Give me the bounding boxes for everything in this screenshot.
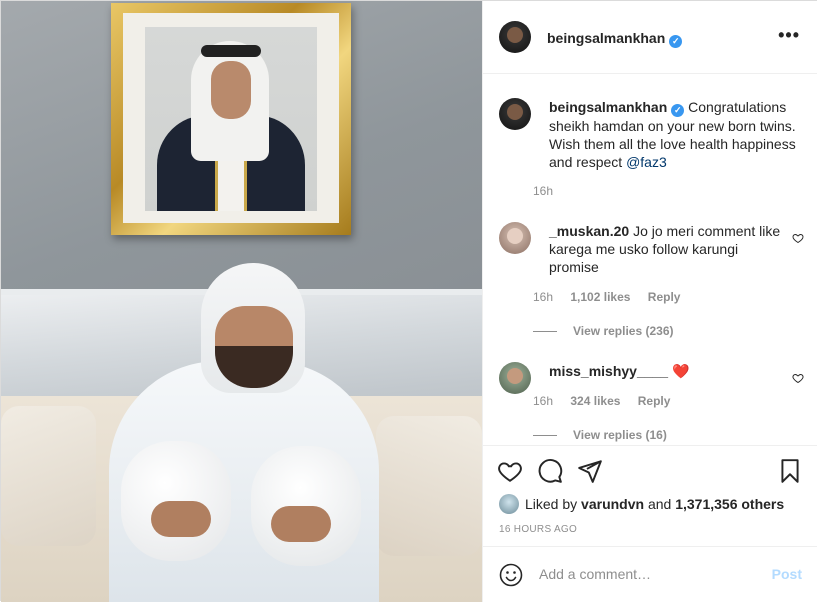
comment-avatar[interactable] xyxy=(499,222,531,254)
author-username[interactable]: beingsalmankhan xyxy=(547,30,665,46)
add-comment-input[interactable] xyxy=(539,566,759,582)
caption-username[interactable]: beingsalmankhan xyxy=(549,99,667,115)
comment-like-heart-icon[interactable] xyxy=(792,232,804,244)
share-paper-plane-icon[interactable] xyxy=(577,458,603,484)
post-photo[interactable] xyxy=(1,1,482,602)
post-timestamp[interactable]: 16 HOURS AGO xyxy=(499,524,577,535)
caption-avatar[interactable] xyxy=(499,98,531,130)
comment-likes-count[interactable]: 324 likes xyxy=(570,394,620,408)
liked-by-summary: Liked by varundvn and 1,371,356 others xyxy=(499,494,784,514)
post-actions: Liked by varundvn and 1,371,356 others 1… xyxy=(483,445,817,602)
view-replies-button[interactable]: View replies (236) xyxy=(533,324,674,338)
comments-list[interactable]: beingsalmankhan ✓ Congratulations sheikh … xyxy=(483,75,817,445)
portrait-image xyxy=(145,27,317,211)
photo-cushion-right xyxy=(376,416,482,556)
verified-badge-icon: ✓ xyxy=(671,104,685,117)
photo-cushion-left xyxy=(1,406,96,546)
photo-framed-portrait xyxy=(111,3,351,235)
post-comment-button[interactable]: Post xyxy=(772,566,802,582)
instagram-post-modal: beingsalmankhan ✓ ••• beingsalmankhan ✓ Co… xyxy=(0,0,817,602)
liked-by-prefix: Liked by xyxy=(525,496,578,512)
view-replies-label: View replies (236) xyxy=(573,324,674,338)
caption-meta: 16h xyxy=(533,184,567,198)
caption-mention-link[interactable]: @faz3 xyxy=(626,154,667,170)
comment-username[interactable]: miss_mishyy____ xyxy=(549,363,668,379)
liked-by-user-link[interactable]: varundvn xyxy=(581,496,644,512)
comment-username[interactable]: _muskan.20 xyxy=(549,223,629,239)
comment-meta: 16h 324 likes Reply xyxy=(533,394,684,408)
like-heart-icon[interactable] xyxy=(497,458,523,484)
liked-by-others-link[interactable]: 1,371,356 others xyxy=(675,496,784,512)
replies-divider xyxy=(533,435,557,437)
view-replies-button[interactable]: View replies (16) xyxy=(533,428,667,442)
emoji-icon[interactable] xyxy=(499,563,523,587)
comment-bubble-icon[interactable] xyxy=(537,458,563,484)
comment-meta: 16h 1,102 likes Reply xyxy=(533,290,694,304)
save-bookmark-icon[interactable] xyxy=(777,458,803,484)
author-avatar[interactable] xyxy=(499,21,531,53)
more-options-icon[interactable]: ••• xyxy=(778,26,800,44)
photo-hand-right xyxy=(271,506,331,542)
view-replies-label: View replies (16) xyxy=(573,428,667,442)
post-side-panel: beingsalmankhan ✓ ••• beingsalmankhan ✓ Co… xyxy=(482,1,817,602)
comment-reply-button[interactable]: Reply xyxy=(648,290,681,304)
replies-divider xyxy=(533,331,557,333)
comment-like-heart-icon[interactable] xyxy=(792,372,804,384)
photo-hand-left xyxy=(151,501,211,537)
comment-reply-button[interactable]: Reply xyxy=(638,394,671,408)
add-comment-bar: Post xyxy=(483,546,817,603)
comment-avatar[interactable] xyxy=(499,362,531,394)
liker-avatar[interactable] xyxy=(499,494,519,514)
post-header: beingsalmankhan ✓ ••• xyxy=(483,1,817,74)
comment-text: ❤️ xyxy=(671,363,690,379)
liked-by-and: and xyxy=(647,496,672,512)
comment-likes-count[interactable]: 1,102 likes xyxy=(570,290,630,304)
verified-badge-icon: ✓ xyxy=(669,35,683,48)
caption-time[interactable]: 16h xyxy=(533,184,553,198)
comment-time[interactable]: 16h xyxy=(533,290,553,304)
comment-time[interactable]: 16h xyxy=(533,394,553,408)
